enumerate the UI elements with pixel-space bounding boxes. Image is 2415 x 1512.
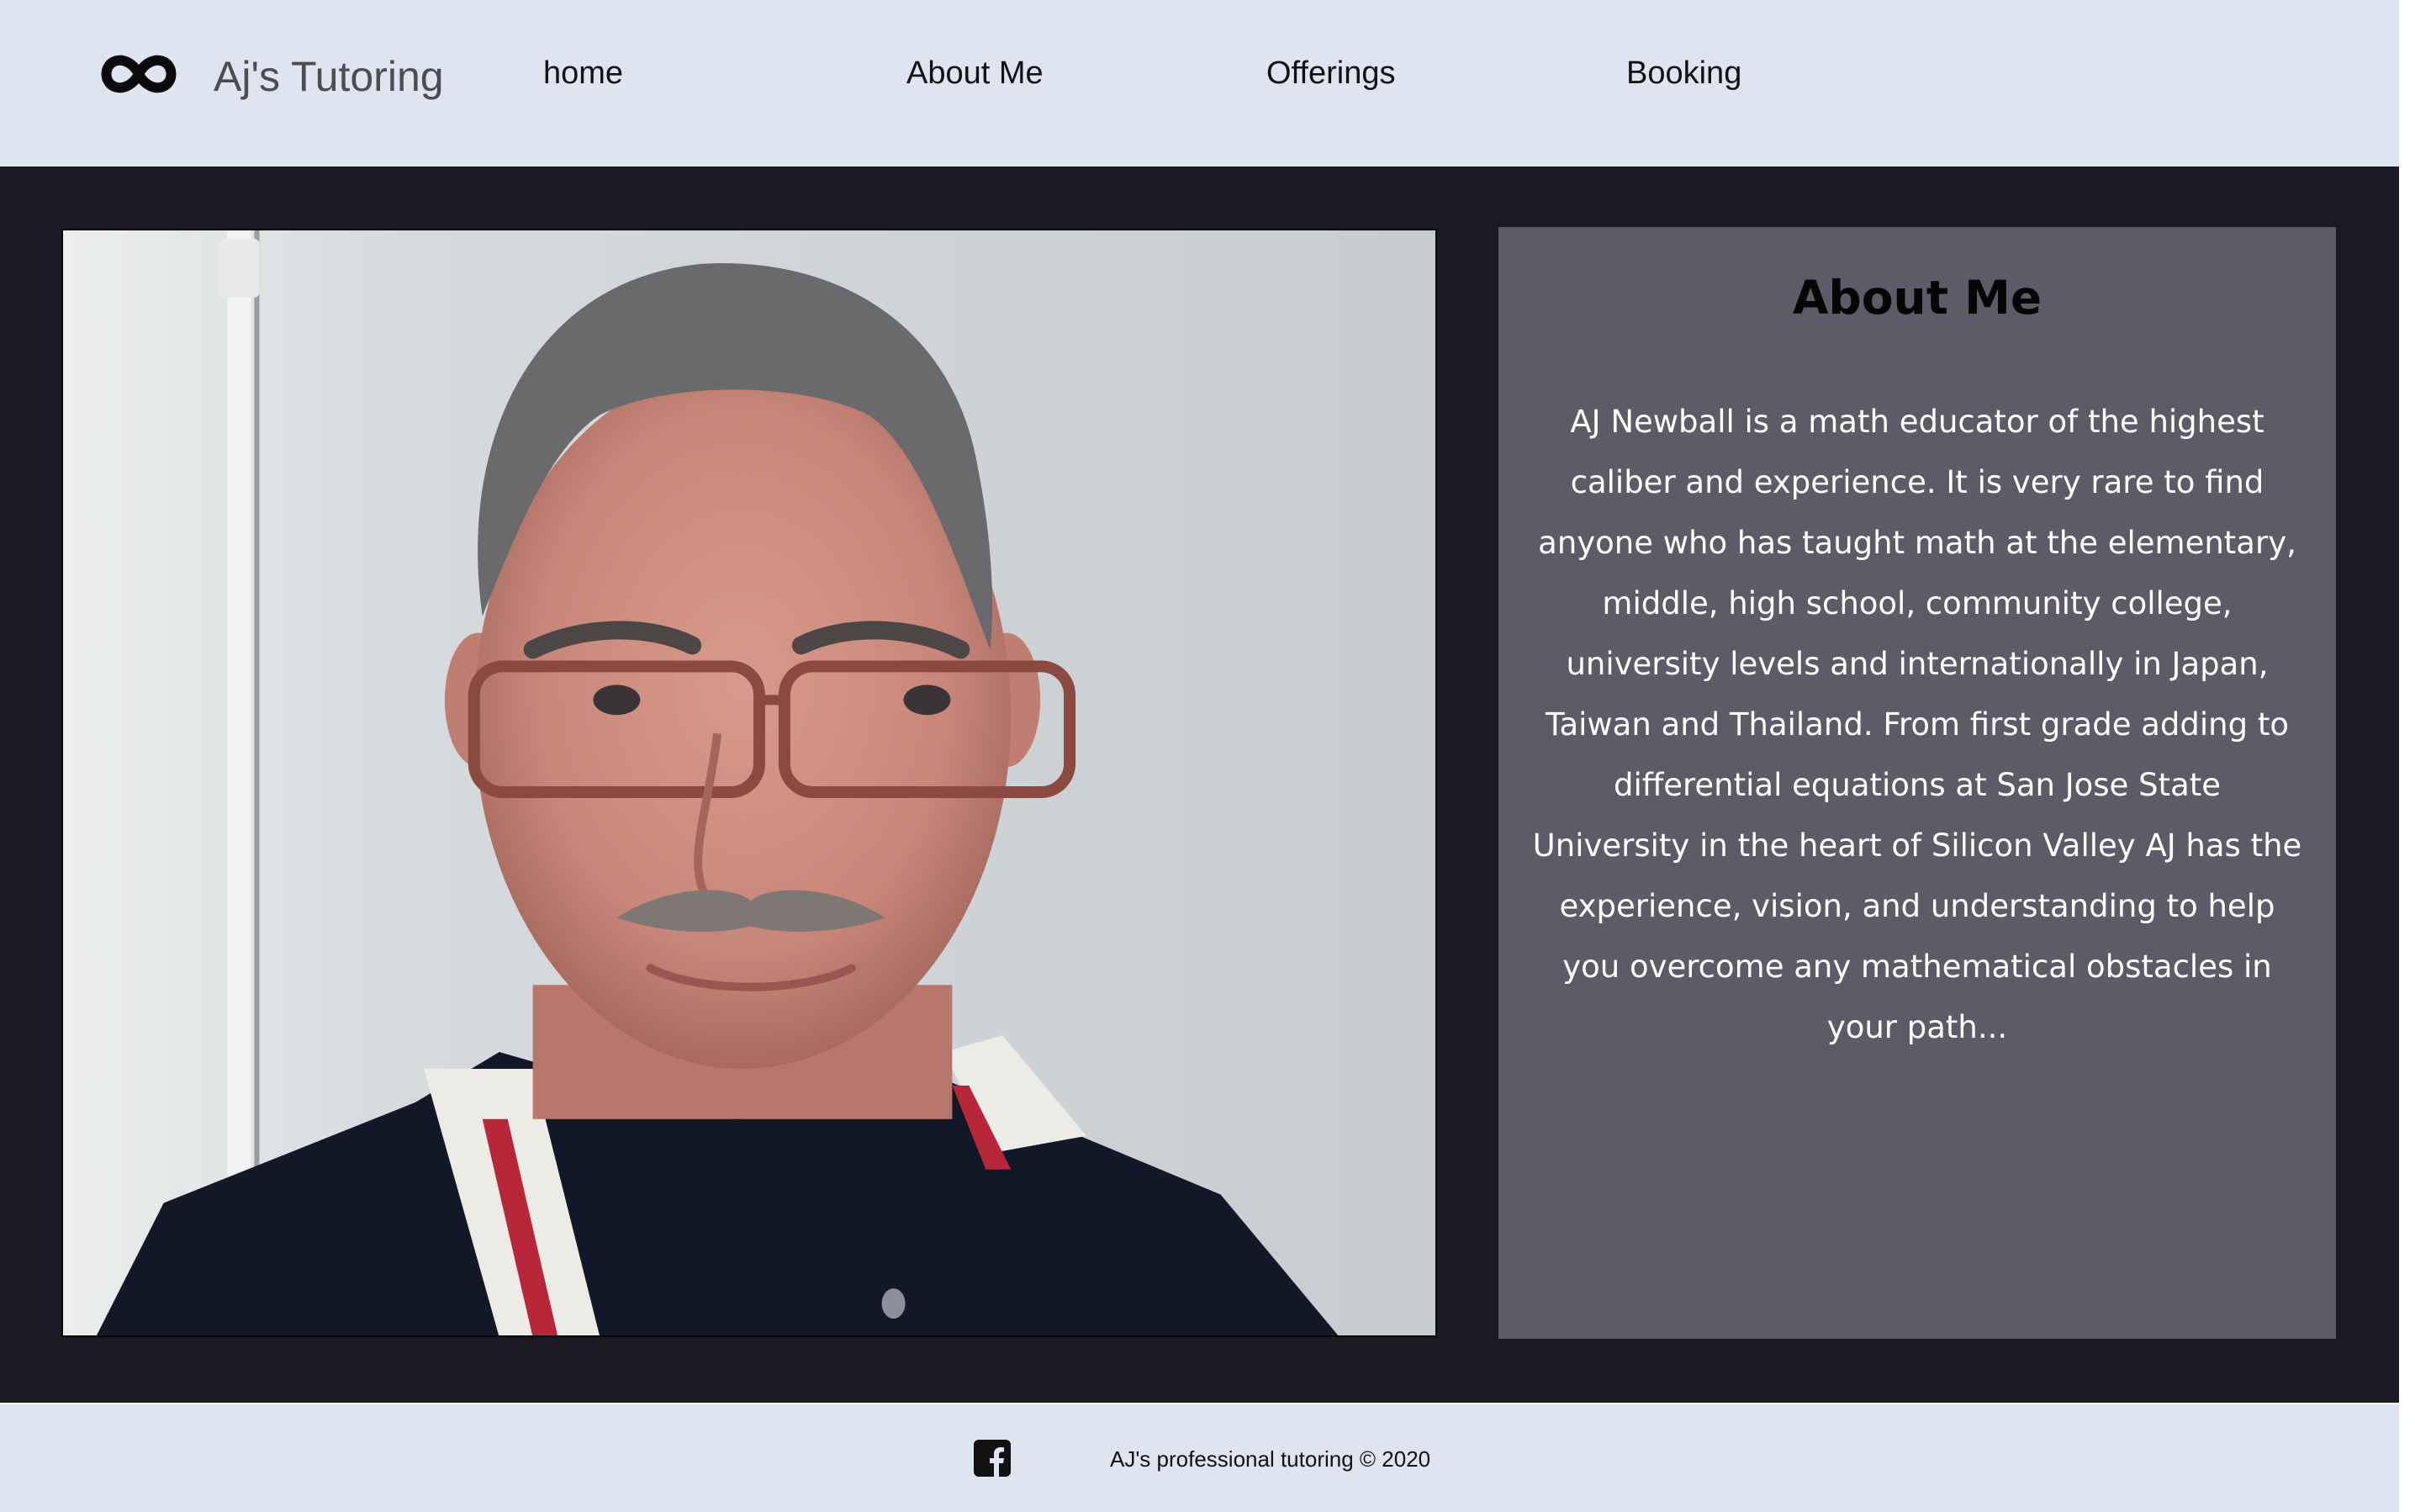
nav-home[interactable]: home [543, 56, 623, 92]
infinity-icon[interactable] [101, 50, 177, 98]
nav-booking[interactable]: Booking [1626, 56, 1741, 92]
about-title: About Me [1792, 271, 2042, 325]
nav-about-me[interactable]: About Me [906, 56, 1044, 92]
about-body: AJ Newball is a math educator of the hig… [1532, 404, 2302, 1045]
facebook-icon[interactable] [974, 1440, 1011, 1477]
site-brand[interactable]: Aj's Tutoring [214, 52, 444, 101]
nav-offerings[interactable]: Offerings [1266, 56, 1395, 92]
site-footer: AJ's professional tutoring © 2020 [0, 1404, 2399, 1512]
copyright-text: AJ's professional tutoring © 2020 [1110, 1446, 1431, 1472]
about-panel: About Me AJ Newball is a math educator o… [1498, 227, 2336, 1339]
site-header: Aj's Tutoring home About Me Offerings Bo… [0, 0, 2399, 167]
portrait-photo [61, 229, 1437, 1337]
